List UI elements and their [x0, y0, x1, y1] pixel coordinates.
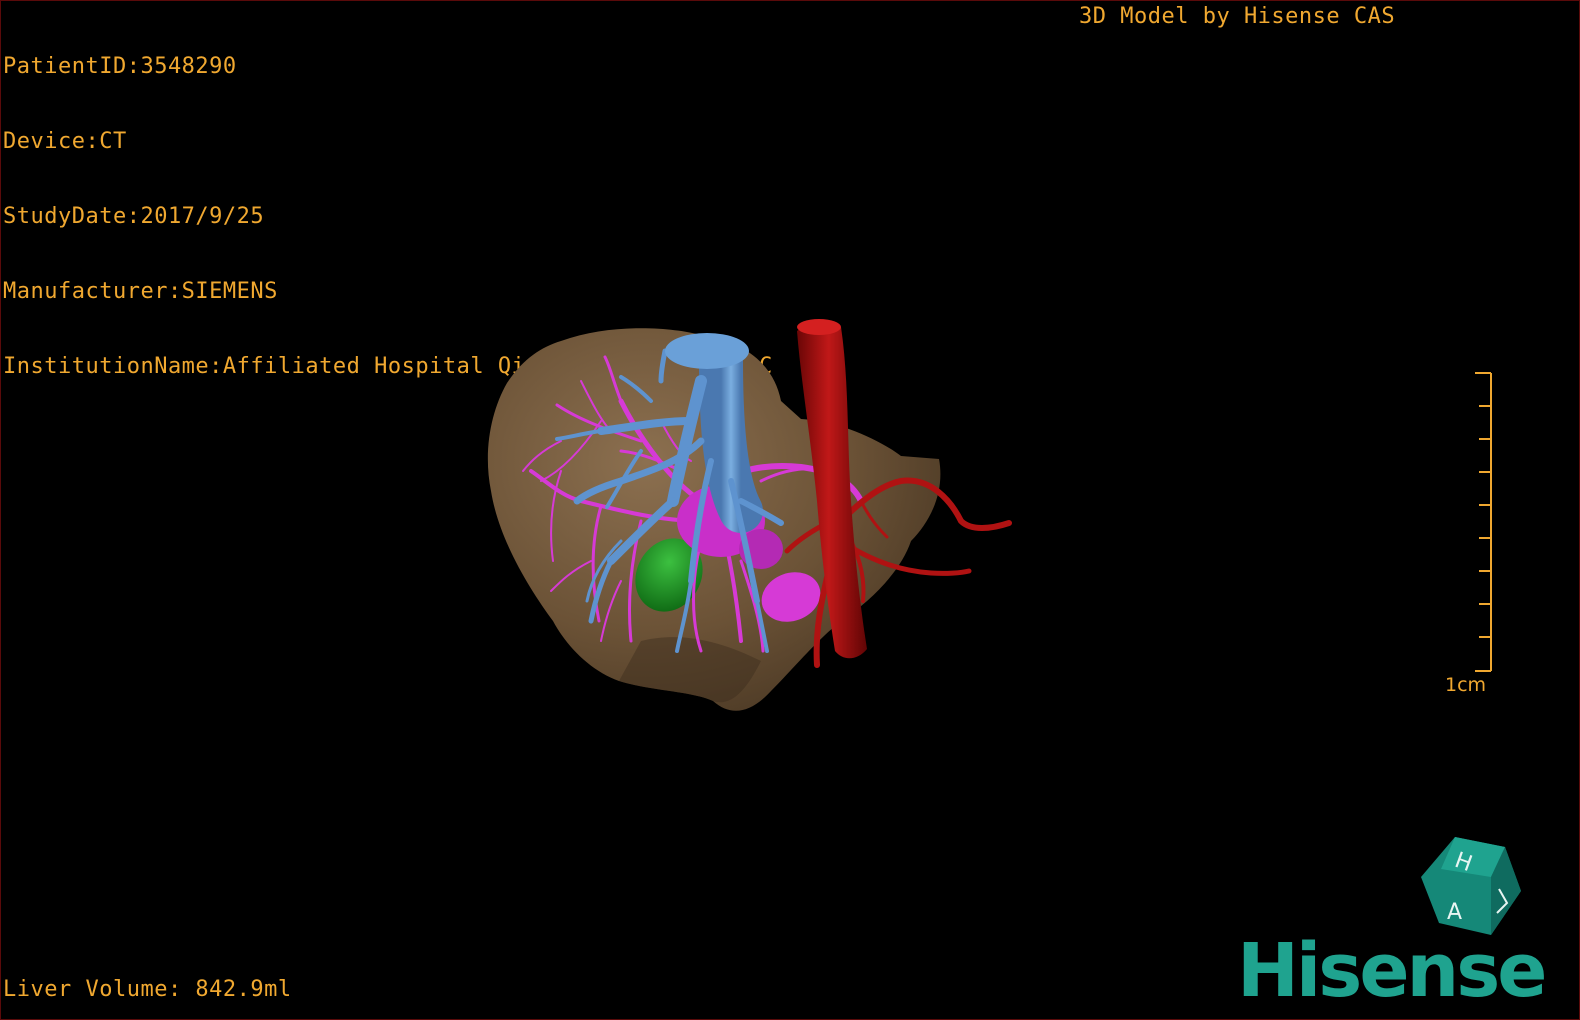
liver-3d-model[interactable]	[1, 1, 1580, 1020]
scale-bar	[1475, 372, 1492, 672]
scale-bar-label: 1cm	[1445, 674, 1487, 696]
ivc-top	[665, 333, 749, 369]
3d-viewport[interactable]: PatientID:3548290 Device:CT StudyDate:20…	[0, 0, 1580, 1020]
orientation-cube[interactable]: H A	[1419, 833, 1525, 939]
cube-face-a: A	[1447, 900, 1462, 925]
hisense-logo: Hisense	[1237, 928, 1547, 1014]
liver-volume-text: Liver Volume: 842.9ml	[3, 977, 292, 1002]
aorta-lumen	[797, 319, 841, 335]
